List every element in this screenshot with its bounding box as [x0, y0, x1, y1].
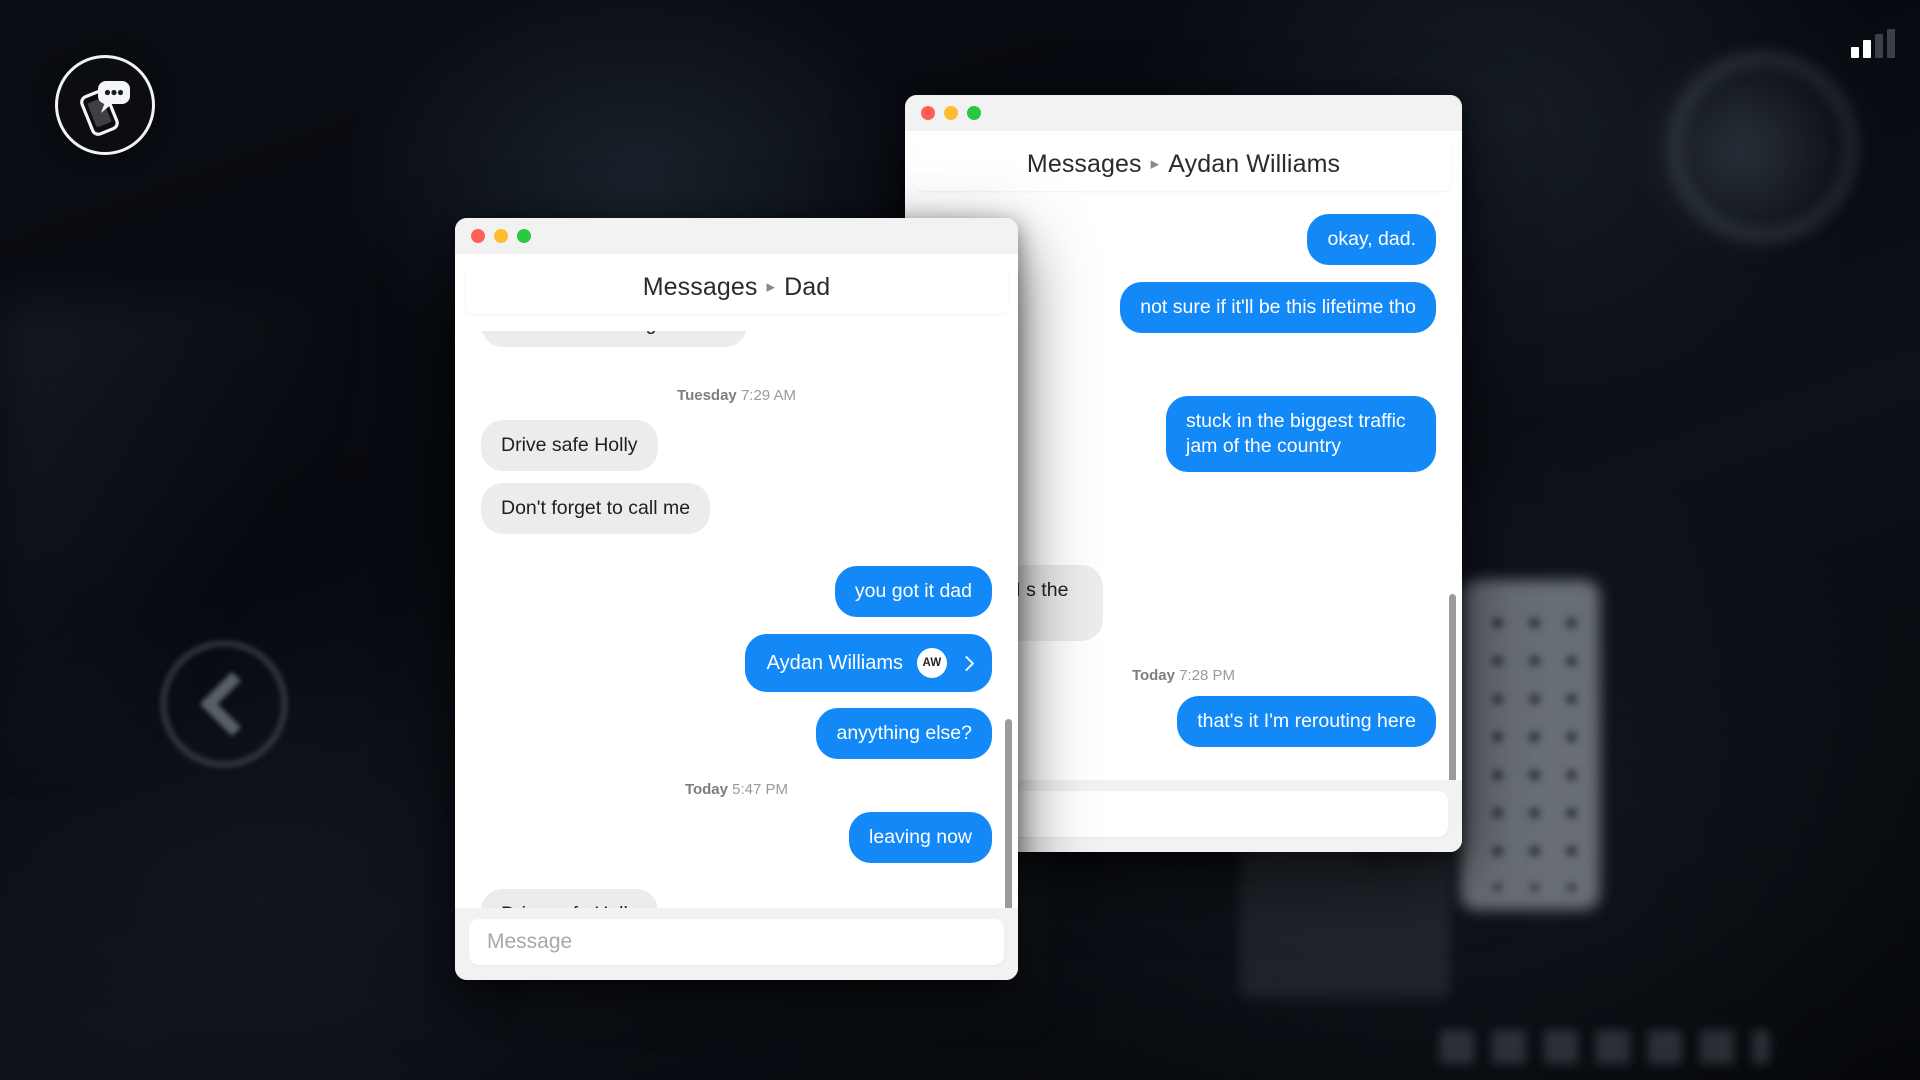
zoom-window-button[interactable]	[967, 106, 981, 120]
close-window-button[interactable]	[921, 106, 935, 120]
title-app-label: Messages	[642, 272, 758, 301]
message-row[interactable]: Drive safe Holly	[481, 889, 992, 908]
titlebar-aydan[interactable]	[905, 95, 1462, 131]
message-bubble-outgoing[interactable]: that's it I'm rerouting here	[1177, 696, 1436, 747]
messages-phone-bubble-icon	[55, 55, 155, 155]
message-list-scrollbar[interactable]	[1449, 594, 1456, 780]
zoom-window-button[interactable]	[517, 229, 531, 243]
window-title-dad: Messages ▸ Dad	[465, 260, 1008, 314]
signal-bars-icon	[1851, 29, 1895, 58]
signal-bar-3	[1875, 34, 1883, 58]
message-list-scrollbar[interactable]	[1005, 719, 1012, 908]
signal-bar-4	[1887, 29, 1895, 58]
message-bubble-outgoing[interactable]: you got it dad	[834, 566, 992, 617]
messages-window-dad[interactable]: Messages ▸ Dad Let's talk when I get hom…	[455, 218, 1018, 980]
message-list-dad[interactable]: Let's talk when I get home Tuesday 7:29 …	[455, 321, 1018, 908]
timestamp-time: 7:28 PM	[1179, 667, 1236, 684]
timestamp-day: Today	[1131, 667, 1175, 684]
title-contact-label: Aydan Williams	[1168, 149, 1341, 178]
composer-dad[interactable]	[455, 908, 1018, 980]
signal-bar-2	[1863, 40, 1871, 58]
chevron-right-icon[interactable]	[958, 655, 975, 671]
chevron-left-glyph	[199, 671, 265, 737]
message-bubble-outgoing[interactable]: leaving now	[849, 812, 992, 863]
message-row[interactable]: anyything else?	[481, 708, 992, 759]
timestamp-time: 5:47 PM	[732, 781, 789, 798]
background-blur-ring	[1668, 52, 1858, 242]
message-row-contact-card[interactable]: Aydan Williams AW	[481, 634, 992, 692]
close-window-button[interactable]	[471, 229, 485, 243]
timestamp-time: 7:29 AM	[740, 387, 796, 404]
contact-card-name: Aydan Williams	[766, 651, 903, 674]
background-blur-pedal-grip	[1475, 600, 1587, 890]
timestamp-day: Today	[684, 781, 728, 798]
message-row[interactable]: you got it dad	[481, 566, 992, 617]
conversation-timestamp: Tuesday 7:29 AM	[481, 387, 992, 404]
message-bubble-outgoing[interactable]: not sure if it'll be this lifetime tho	[1120, 282, 1436, 333]
message-bubble-outgoing[interactable]: stuck in the biggest traffic jam of the …	[1166, 396, 1436, 472]
message-row[interactable]: Don't forget to call me	[481, 483, 992, 534]
timestamp-day: Tuesday	[677, 387, 737, 404]
conversation-timestamp: Today 5:47 PM	[481, 781, 992, 798]
message-bubble-incoming-clipped[interactable]: Let's talk when I get home	[481, 331, 747, 347]
message-input[interactable]	[469, 919, 1004, 965]
minimize-window-button[interactable]	[494, 229, 508, 243]
message-row[interactable]: Drive safe Holly	[481, 420, 992, 471]
title-contact-label: Dad	[784, 272, 831, 301]
message-bubble-outgoing[interactable]: anyything else?	[816, 708, 992, 759]
message-bubble-incoming[interactable]: Drive safe Holly	[481, 889, 658, 908]
signal-bar-1	[1851, 47, 1859, 58]
breadcrumb-separator: ▸	[1150, 154, 1160, 173]
breadcrumb-separator: ▸	[766, 277, 776, 296]
message-bubble-incoming[interactable]: Drive safe Holly	[481, 420, 658, 471]
background-blur-text	[1440, 1030, 1770, 1064]
title-app-label: Messages	[1026, 149, 1142, 178]
message-bubble-outgoing[interactable]: okay, dad.	[1307, 214, 1436, 265]
chevron-left-circle-icon[interactable]	[160, 640, 288, 768]
titlebar-dad[interactable]	[455, 218, 1018, 254]
avatar: AW	[917, 648, 947, 678]
message-row[interactable]: leaving now	[481, 812, 992, 863]
window-title-aydan: Messages ▸ Aydan Williams	[915, 137, 1452, 191]
message-bubble-incoming[interactable]: Don't forget to call me	[481, 483, 711, 534]
minimize-window-button[interactable]	[944, 106, 958, 120]
contact-card-bubble[interactable]: Aydan Williams AW	[744, 634, 992, 692]
message-row-clipped[interactable]: Let's talk when I get home	[481, 331, 992, 347]
